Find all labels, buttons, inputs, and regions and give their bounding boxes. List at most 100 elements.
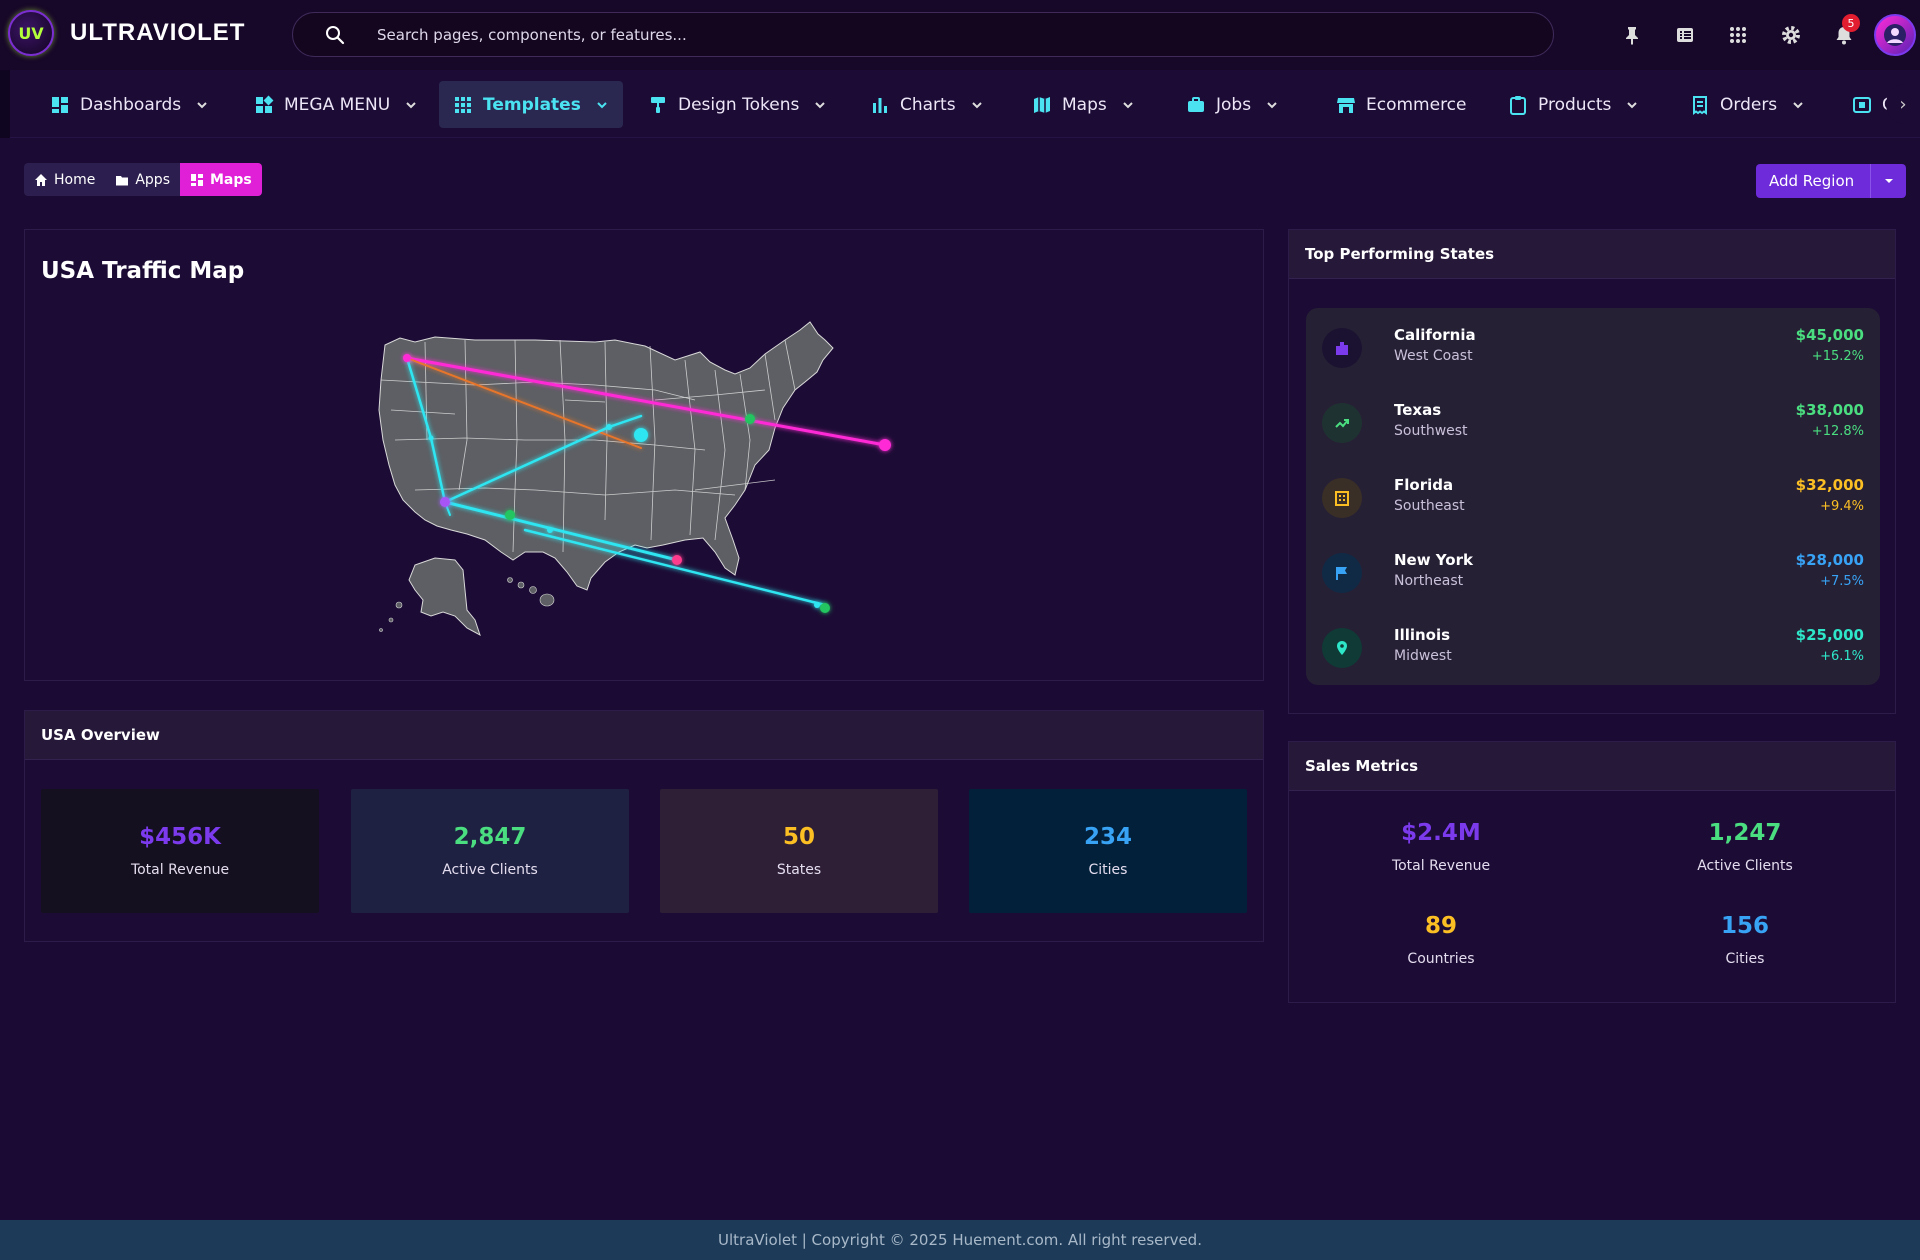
add-region-button-group: Add Region [1756, 164, 1907, 198]
list-item[interactable]: Illinois Midwest $25,000 +6.1% [1306, 608, 1880, 683]
chevron-down-icon [1123, 101, 1133, 108]
metric-total-revenue: $2.4M Total Revenue [1289, 820, 1593, 874]
breadcrumb-apps[interactable]: Apps [105, 163, 180, 196]
state-name: California [1394, 326, 1476, 344]
metric-label: Cities [1725, 951, 1765, 967]
hawaii-shape [507, 577, 555, 607]
breadcrumb: Home Apps Maps [24, 163, 262, 196]
avatar[interactable] [1874, 14, 1916, 56]
logo[interactable]: UV ULTRAVIOLET [8, 10, 245, 56]
breadcrumb-label: Apps [135, 171, 170, 188]
stat-value: 234 [1083, 824, 1132, 850]
settings-button[interactable] [1764, 12, 1817, 58]
stat-value: $456K [139, 824, 221, 850]
list-item[interactable]: New York Northeast $28,000 +7.5% [1306, 533, 1880, 608]
top-bar: UV ULTRAVIOLET Search pages, components,… [0, 0, 1920, 70]
nav-jobs[interactable]: Jobs [1172, 81, 1293, 128]
stat-label: Total Revenue [130, 862, 230, 878]
usa-overview-card: USA Overview $456K Total Revenue 2,847 A… [24, 710, 1264, 942]
pin-button[interactable] [1605, 12, 1658, 58]
state-amount: $38,000 [1795, 401, 1864, 419]
search-icon [326, 25, 345, 44]
state-name: Florida [1394, 476, 1454, 494]
state-region: Southwest [1394, 423, 1468, 439]
usa-map[interactable] [355, 290, 975, 650]
search-input[interactable] [377, 25, 1477, 44]
building-icon [1322, 328, 1362, 368]
stat-label: Cities [1088, 862, 1128, 878]
card-header: Sales Metrics [1289, 742, 1895, 791]
nav-label: Design Tokens [678, 94, 800, 115]
top-icons: 5 [1605, 12, 1920, 58]
nav-charts[interactable]: Charts [856, 81, 998, 128]
nav-mega-menu[interactable]: MEGA MENU [240, 81, 432, 128]
list-button[interactable] [1658, 12, 1711, 58]
map-icon [1034, 96, 1050, 113]
home-icon [35, 173, 47, 186]
nav-scroll-right-button[interactable]: › [1886, 84, 1920, 124]
nav-label: Templates [483, 94, 581, 115]
nav-ecommerce[interactable]: Ecommerce [1322, 81, 1481, 128]
search-bar[interactable] [292, 12, 1554, 57]
list-item[interactable]: Florida Southeast $32,000 +9.4% [1306, 458, 1880, 533]
state-amount: $25,000 [1795, 626, 1864, 644]
states-list: California West Coast $45,000 +15.2% Tex… [1306, 308, 1880, 685]
briefcase-icon [1188, 96, 1204, 112]
paint-roller-icon [651, 96, 665, 113]
list-item[interactable]: California West Coast $45,000 +15.2% [1306, 308, 1880, 383]
add-region-dropdown-button[interactable] [1870, 164, 1907, 198]
gear-icon [1781, 26, 1800, 44]
add-region-button[interactable]: Add Region [1756, 164, 1871, 198]
nav-products[interactable]: Products [1494, 81, 1653, 128]
traffic-map-card: USA Traffic Map [24, 229, 1264, 681]
logo-badge-icon: UV [8, 10, 54, 56]
trending-up-icon [1322, 403, 1362, 443]
nav-label: MEGA MENU [284, 94, 391, 115]
metric-label: Active Clients [1697, 858, 1793, 874]
chevron-right-icon: › [1899, 93, 1907, 115]
breadcrumb-home[interactable]: Home [24, 163, 106, 196]
state-amount: $45,000 [1795, 326, 1864, 344]
metric-value: 156 [1720, 913, 1769, 939]
top-states-card: Top Performing States California West Co… [1288, 229, 1896, 714]
receipt-icon [1693, 95, 1707, 115]
stat-label: States [776, 862, 822, 878]
card-header: Top Performing States [1289, 230, 1895, 279]
store-icon [1337, 97, 1355, 113]
nav-label: Dashboards [80, 94, 182, 115]
nav-templates[interactable]: Templates [439, 81, 623, 128]
stat-states: 50 States [660, 789, 938, 913]
main-nav: Dashboards MEGA MENU Templates Design To… [0, 70, 1920, 138]
nav-maps[interactable]: Maps [1018, 81, 1149, 128]
nav-orders[interactable]: Orders [1676, 81, 1819, 128]
nav-label: Charts [900, 94, 956, 115]
state-region: West Coast [1394, 348, 1473, 364]
metric-label: Total Revenue [1391, 858, 1491, 874]
nav-design-tokens[interactable]: Design Tokens [634, 81, 841, 128]
map-pin-icon [1322, 628, 1362, 668]
map-title: USA Traffic Map [41, 258, 245, 284]
wallet-icon [1853, 96, 1871, 113]
state-change: +15.2% [1811, 349, 1864, 364]
nav-dashboards[interactable]: Dashboards [36, 81, 223, 128]
metric-value: $2.4M [1401, 820, 1481, 846]
stat-cities: 234 Cities [969, 789, 1247, 913]
nav-label: Maps [1062, 94, 1107, 115]
app-name: ULTRAVIOLET [70, 19, 246, 46]
notifications-button[interactable]: 5 [1817, 12, 1870, 58]
dashboard-icon [191, 173, 203, 186]
nav-label: Jobs [1216, 94, 1252, 115]
state-region: Midwest [1394, 648, 1452, 664]
nav-label: Orders [1720, 94, 1778, 115]
caret-down-icon [1884, 179, 1893, 183]
state-amount: $28,000 [1795, 551, 1864, 569]
metric-label: Countries [1407, 951, 1475, 967]
clipboard-icon [1510, 95, 1526, 115]
chevron-down-icon [971, 101, 982, 108]
nav-edge [0, 70, 10, 138]
list-item[interactable]: Texas Southwest $38,000 +12.8% [1306, 383, 1880, 458]
apps-grid-button[interactable] [1711, 12, 1764, 58]
state-region: Northeast [1394, 573, 1464, 589]
office-building-icon [1322, 478, 1362, 518]
metric-cities: 156 Cities [1593, 913, 1897, 967]
